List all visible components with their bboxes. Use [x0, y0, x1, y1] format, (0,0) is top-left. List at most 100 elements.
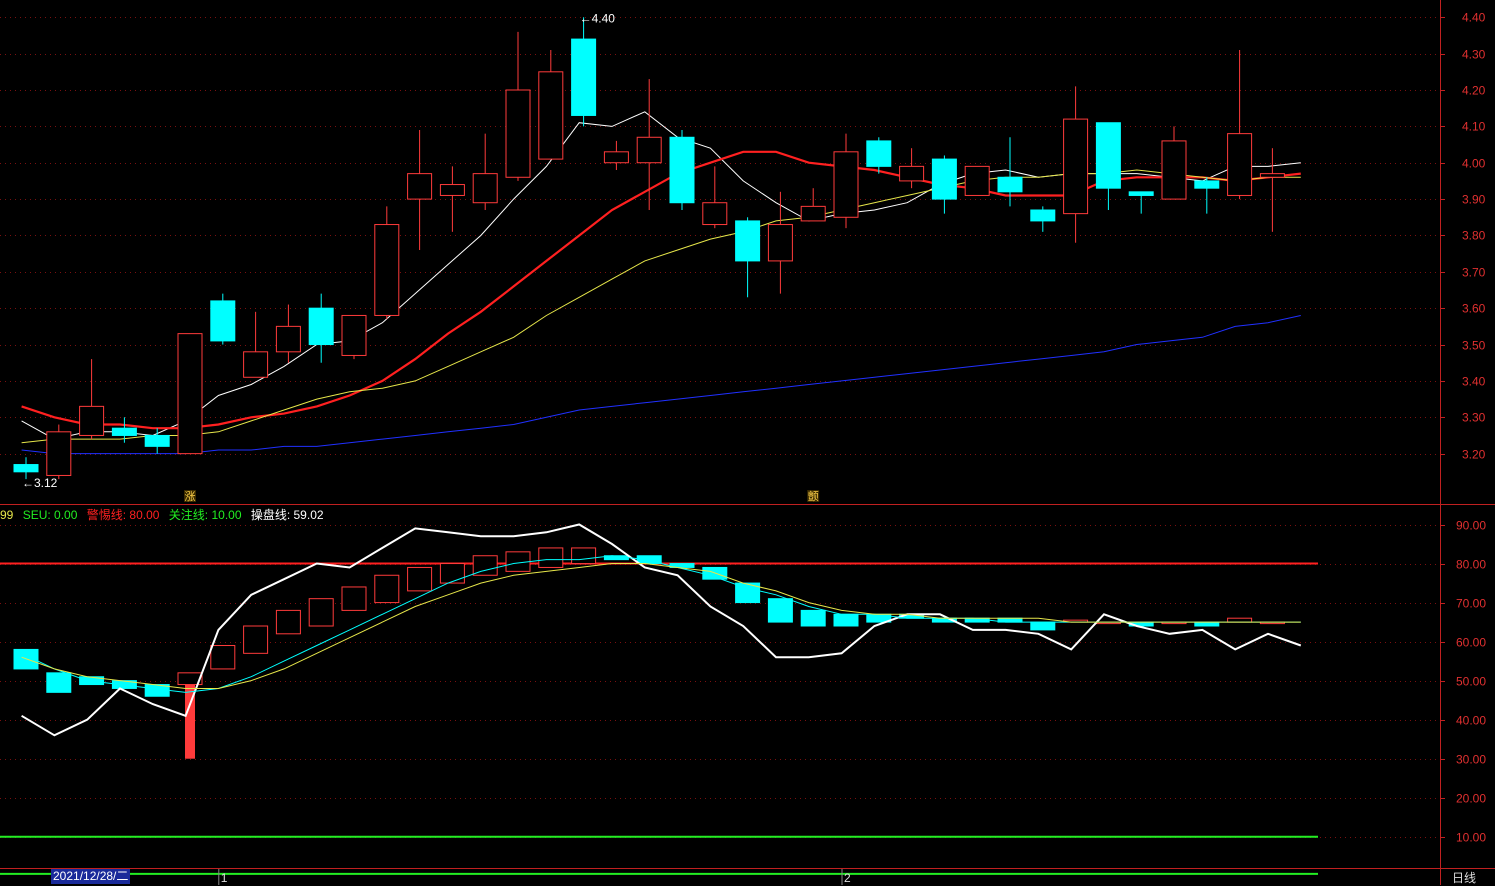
candle-body [111, 427, 137, 436]
moving-average-line [21, 150, 1301, 430]
candle-body [210, 300, 236, 342]
osc-bar [374, 574, 400, 604]
osc-tick-label: 10.00 [1456, 831, 1486, 845]
candle [308, 293, 334, 363]
candle-body [1194, 180, 1220, 189]
osc-bar [538, 547, 564, 568]
candle-body [1128, 191, 1154, 196]
legend-item: SEU: 0.00 [22, 508, 78, 522]
candle-body [702, 202, 728, 226]
candle [144, 428, 170, 454]
candle [767, 191, 793, 294]
candle [177, 333, 203, 455]
price-tick-label: 4.40 [1462, 11, 1486, 25]
candle-body [341, 314, 367, 356]
osc-tick-label: 70.00 [1456, 597, 1486, 611]
candle [1030, 206, 1056, 232]
candle [1161, 126, 1187, 200]
candle-body [735, 220, 761, 262]
candle-body [472, 173, 498, 204]
osc-bar [275, 609, 301, 635]
candle [603, 140, 629, 170]
candle [702, 166, 728, 229]
osc-tick-label: 90.00 [1456, 519, 1486, 533]
candle-body [931, 158, 957, 200]
candle-body [636, 136, 662, 164]
osc-bar [341, 586, 367, 611]
osc-tick-label: 20.00 [1456, 792, 1486, 806]
candle [899, 148, 925, 189]
osc-bar [210, 645, 236, 670]
candle [46, 424, 72, 480]
candle [735, 217, 761, 298]
osc-bar [46, 672, 72, 693]
candle [1095, 122, 1121, 210]
signal-marker-label: 涨 [185, 490, 196, 503]
candle-body [407, 173, 433, 200]
price-tick-label: 3.90 [1462, 193, 1486, 207]
candle [341, 314, 367, 360]
candle-body [1161, 140, 1187, 200]
candle-body [439, 184, 465, 196]
candle-body [79, 405, 105, 436]
price-tick-label: 3.70 [1462, 266, 1486, 280]
signal-marker-label: 颤 [808, 489, 819, 503]
candle-body [177, 333, 203, 455]
candle-body [505, 89, 531, 178]
candle [571, 17, 597, 127]
candle-body [1030, 209, 1056, 222]
candle-body [866, 140, 892, 167]
osc-bar [800, 609, 826, 627]
candle [79, 359, 105, 440]
candle-body [374, 224, 400, 316]
osc-bar [1227, 617, 1253, 623]
osc-tick-label: 60.00 [1456, 636, 1486, 650]
candle [636, 79, 662, 210]
osc-tick-label: 30.00 [1456, 753, 1486, 767]
osc-bar [439, 563, 465, 584]
osc-bar [1030, 621, 1056, 631]
osc-bar [833, 613, 859, 627]
price-tick-label: 3.20 [1462, 448, 1486, 462]
candle-body [308, 307, 334, 346]
month-label: 2 [844, 871, 851, 885]
legend-item: 警惕线: 80.00 [86, 508, 160, 522]
candle [407, 130, 433, 250]
candle-body [571, 38, 597, 116]
candle-body [46, 431, 72, 476]
candle [275, 304, 301, 363]
low-price-label: ←3.12 [22, 476, 58, 490]
candle [1128, 191, 1154, 214]
candle [538, 50, 564, 160]
candle [505, 31, 531, 181]
period-selector[interactable]: 日线 [1452, 869, 1476, 886]
osc-line [21, 563, 1301, 689]
candle [243, 311, 269, 378]
candle [800, 188, 826, 222]
osc-bar [407, 566, 433, 592]
candle [1194, 177, 1220, 214]
candle-body [1063, 118, 1089, 215]
candle [866, 137, 892, 174]
indicator-legend: 99 SEU: 0.00 警惕线: 80.00 关注线: 10.00 操盘线: … [0, 506, 330, 523]
osc-tick-label: 80.00 [1456, 558, 1486, 572]
price-tick-label: 3.50 [1462, 339, 1486, 353]
candle [669, 130, 695, 210]
osc-bar [308, 598, 334, 627]
candle [1063, 86, 1089, 243]
candle-body [144, 434, 170, 447]
candle [374, 206, 400, 320]
price-tick-label: 4.00 [1462, 157, 1486, 171]
candle [210, 293, 236, 345]
osc-bar [767, 598, 793, 623]
candle-body [899, 165, 925, 182]
osc-bar [1194, 621, 1220, 627]
candle-body [1095, 122, 1121, 189]
stock-chart[interactable]: 4.40 4.30 4.20 4.10 4.00 3.90 3.80 3.70 3.60 3.50… [0, 0, 1495, 885]
price-tick-label: 4.10 [1462, 120, 1486, 134]
candle-body [997, 176, 1023, 193]
price-tick-label: 3.30 [1462, 411, 1486, 425]
candle [833, 133, 859, 229]
osc-tick-label: 50.00 [1456, 675, 1486, 689]
high-price-label: ←4.40 [580, 11, 616, 25]
